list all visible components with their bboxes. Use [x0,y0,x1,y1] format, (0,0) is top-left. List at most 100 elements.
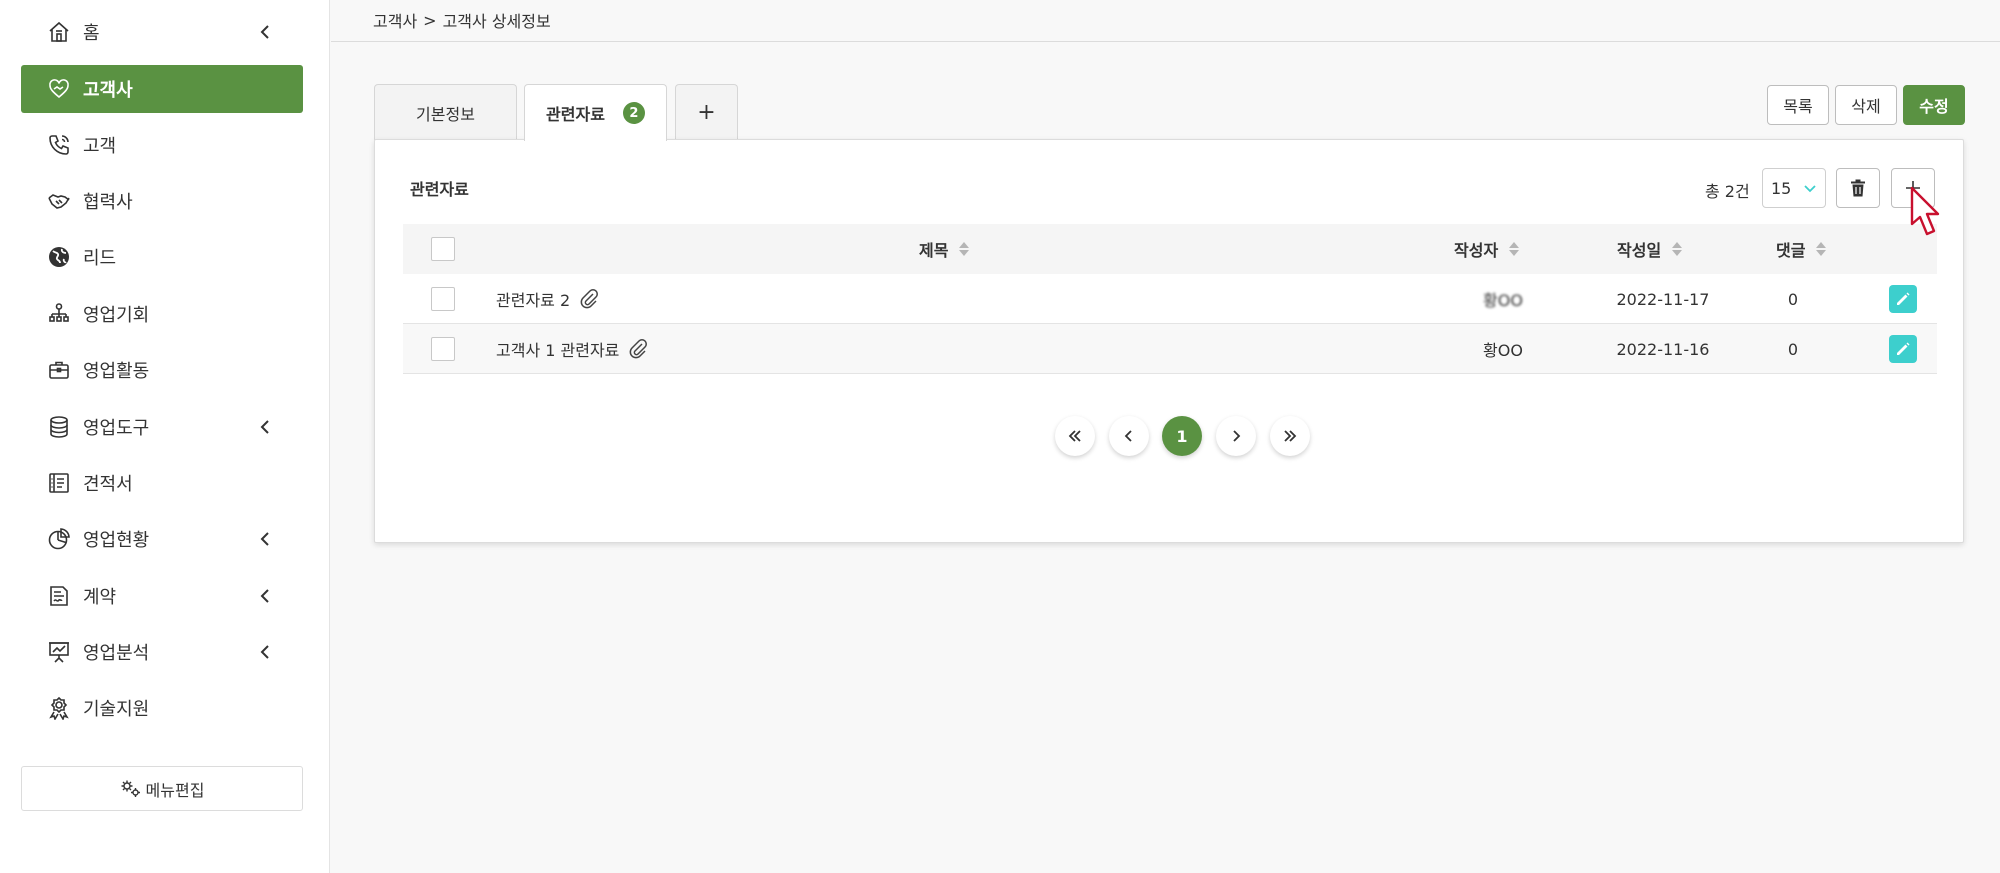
related-materials-panel: 관련자료 총 2건 15 제목 작성자 작성일 댓글 관련자료 2 황OO 20… [374,139,1964,543]
row-edit-button[interactable] [1889,335,1917,363]
support-icon [47,696,71,720]
sidebar-item-customer-company[interactable]: 고객사 [21,65,303,113]
breadcrumb: 고객사 > 고객사 상세정보 [373,8,551,32]
list-button[interactable]: 목록 [1767,85,1829,125]
sidebar-item-home[interactable]: 홈 [21,8,303,56]
tab-add-button[interactable]: + [675,84,738,140]
sidebar-item-lead[interactable]: 리드 [21,233,303,281]
sidebar-item-partner[interactable]: 협력사 [21,177,303,225]
column-title-label: 제목 [919,241,949,260]
double-chevron-left-icon [1068,430,1081,442]
row-comments: 0 [1787,339,1799,359]
sidebar-item-activity[interactable]: 영업활동 [21,346,303,394]
row-edit-button[interactable] [1889,285,1917,313]
first-page-button[interactable] [1055,416,1095,456]
menu-edit-label: 메뉴편집 [145,780,205,800]
breadcrumb-separator: > [423,10,437,30]
chevron-left-icon [260,25,269,39]
chevron-left-icon [260,420,269,434]
chevron-left-icon [260,589,269,603]
edit-button-label: 수정 [1919,97,1949,116]
tab-label: + [697,100,716,125]
tab-label: 기본정보 [416,104,475,124]
sidebar-item-sales-tools[interactable]: 영업도구 [21,403,303,451]
presentation-icon [47,640,71,664]
column-comments-label: 댓글 [1776,241,1806,260]
row-comments: 0 [1787,289,1799,309]
sidebar-item-sales-analysis[interactable]: 영업분석 [21,628,303,676]
sort-icon [959,242,970,256]
add-material-button[interactable] [1891,168,1935,208]
chevron-left-icon [1124,430,1132,442]
sidebar-item-label: 계약 [83,587,117,608]
delete-selected-button[interactable] [1836,168,1880,208]
column-author-label: 작성자 [1454,241,1499,260]
column-date-label: 작성일 [1617,241,1662,260]
select-all-checkbox[interactable] [431,237,455,261]
org-chart-icon [47,302,71,326]
app-root: 홈 고객사 고객 협력사 리드 영업기회 영업활동 영업도구 견적서 영업현황 … [0,0,2000,873]
last-page-button[interactable] [1270,416,1310,456]
double-chevron-right-icon [1284,430,1297,442]
row-checkbox[interactable] [431,287,455,311]
column-author[interactable]: 작성자 [1454,224,1520,274]
sidebar-item-opportunity[interactable]: 영업기회 [21,290,303,338]
sidebar-item-label: 영업도구 [83,418,150,439]
page-size-select[interactable]: 15 [1762,168,1826,208]
home-icon [47,20,71,44]
column-title[interactable]: 제목 [919,224,970,274]
tab-basic-info[interactable]: 기본정보 [374,84,517,140]
row-author: 황OO [1483,341,1523,360]
invoice-icon [47,471,71,495]
table-row[interactable]: 관련자료 2 황OO 2022-11-17 0 [403,274,1937,324]
sidebar-item-quotation[interactable]: 견적서 [21,459,303,507]
row-title-text: 고객사 1 관련자료 [496,341,620,360]
table-header: 제목 작성자 작성일 댓글 [403,224,1937,274]
column-comments[interactable]: 댓글 [1776,224,1827,274]
phone-icon [47,133,71,157]
sidebar-item-sales-status[interactable]: 영업현황 [21,515,303,563]
sidebar-item-label: 견적서 [83,474,133,495]
handshake-heart-icon [47,77,71,101]
sidebar-item-label: 영업분석 [83,643,150,664]
header-divider [331,41,2000,42]
gears-icon [121,780,140,797]
tab-related-materials[interactable]: 관련자료 2 [524,84,667,141]
prev-page-button[interactable] [1109,416,1149,456]
plus-icon [1906,181,1920,195]
sidebar-item-tech-support[interactable]: 기술지원 [21,684,303,732]
sidebar-item-customer[interactable]: 고객 [21,121,303,169]
sidebar-item-contract[interactable]: 계약 [21,572,303,620]
chevron-right-icon [1233,430,1241,442]
page-button-current[interactable]: 1 [1162,416,1202,456]
row-title-text: 관련자료 2 [496,291,571,310]
row-author: 황OO [1483,291,1523,310]
sort-icon [1816,242,1827,256]
table-row[interactable]: 고객사 1 관련자료 황OO 2022-11-16 0 [403,324,1937,374]
chevron-left-icon [260,645,269,659]
panel-title: 관련자료 [410,180,469,199]
next-page-button[interactable] [1216,416,1256,456]
row-checkbox[interactable] [431,337,455,361]
sort-icon [1509,242,1520,256]
menu-edit-button[interactable]: 메뉴편집 [21,766,303,811]
row-date: 2022-11-17 [1616,289,1710,309]
row-title[interactable]: 고객사 1 관련자료 [496,324,649,374]
sidebar-item-label: 협력사 [83,192,133,213]
paperclip-icon [580,289,599,309]
sidebar-item-label: 영업활동 [83,361,150,382]
row-title[interactable]: 관련자료 2 [496,274,600,324]
pie-chart-icon [47,527,71,551]
pencil-icon [1897,292,1910,305]
sidebar-item-label: 영업기회 [83,305,150,326]
tab-label: 관련자료 [546,105,605,124]
delete-button-label: 삭제 [1851,97,1881,116]
edit-button[interactable]: 수정 [1903,85,1965,125]
database-icon [47,415,71,439]
delete-button[interactable]: 삭제 [1835,85,1897,125]
sidebar-item-label: 고객 [83,136,117,157]
column-date[interactable]: 작성일 [1617,224,1683,274]
sidebar: 홈 고객사 고객 협력사 리드 영업기회 영업활동 영업도구 견적서 영업현황 … [0,0,330,873]
breadcrumb-parent[interactable]: 고객사 [373,8,417,32]
tab-count-badge: 2 [622,102,645,124]
